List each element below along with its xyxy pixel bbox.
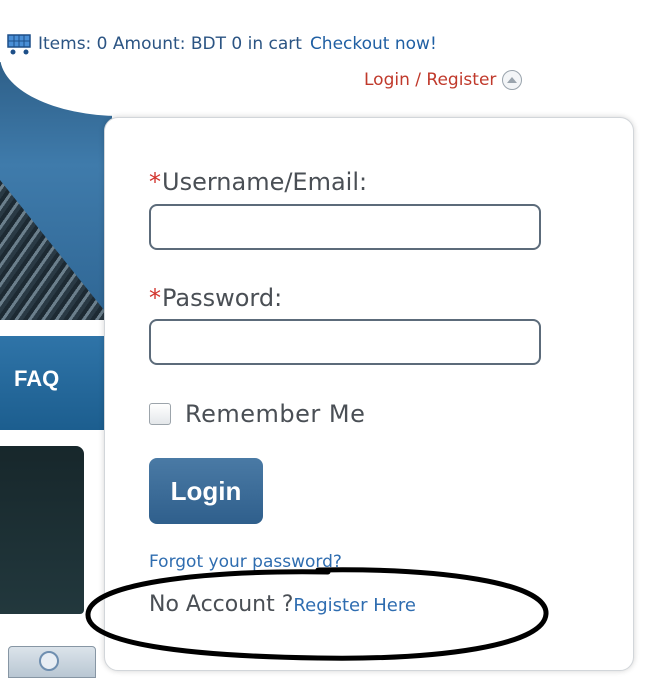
checkout-link[interactable]: Checkout now! — [310, 34, 437, 54]
no-account-row: No Account ?Register Here — [149, 592, 416, 617]
tab-icon — [39, 651, 59, 671]
password-input[interactable] — [149, 319, 541, 365]
register-here-link[interactable]: Register Here — [293, 595, 416, 616]
remember-me-row[interactable]: Remember Me — [149, 400, 365, 428]
required-mark: * — [149, 284, 161, 312]
username-label: *Username/Email: — [149, 168, 367, 196]
password-label-text: Password: — [162, 284, 283, 312]
nav-item-faq[interactable]: FAQ — [14, 366, 59, 392]
side-panel — [0, 446, 84, 614]
bottom-tab[interactable] — [8, 646, 96, 678]
cart-icon[interactable] — [6, 32, 34, 56]
username-label-text: Username/Email: — [162, 168, 368, 196]
login-register-toggle[interactable]: Login / Register — [364, 70, 523, 90]
login-button[interactable]: Login — [149, 458, 263, 524]
password-label: *Password: — [149, 284, 282, 312]
no-account-text: No Account ? — [149, 592, 294, 617]
login-dropdown: *Username/Email: *Password: Remember Me … — [104, 117, 634, 671]
chevron-up-icon[interactable] — [502, 70, 523, 90]
required-mark: * — [149, 168, 161, 196]
forgot-password-link[interactable]: Forgot your password? — [149, 552, 342, 572]
cart-summary-text: Items: 0 Amount: BDT 0 in cart — [38, 34, 302, 54]
login-register-link[interactable]: Login / Register — [364, 70, 496, 90]
username-input[interactable] — [149, 204, 541, 250]
nav-bar: FAQ — [0, 336, 112, 430]
remember-me-checkbox[interactable] — [149, 403, 171, 425]
remember-me-label[interactable]: Remember Me — [185, 400, 365, 428]
cart-summary-bar: Items: 0 Amount: BDT 0 in cart Checkout … — [6, 30, 437, 58]
